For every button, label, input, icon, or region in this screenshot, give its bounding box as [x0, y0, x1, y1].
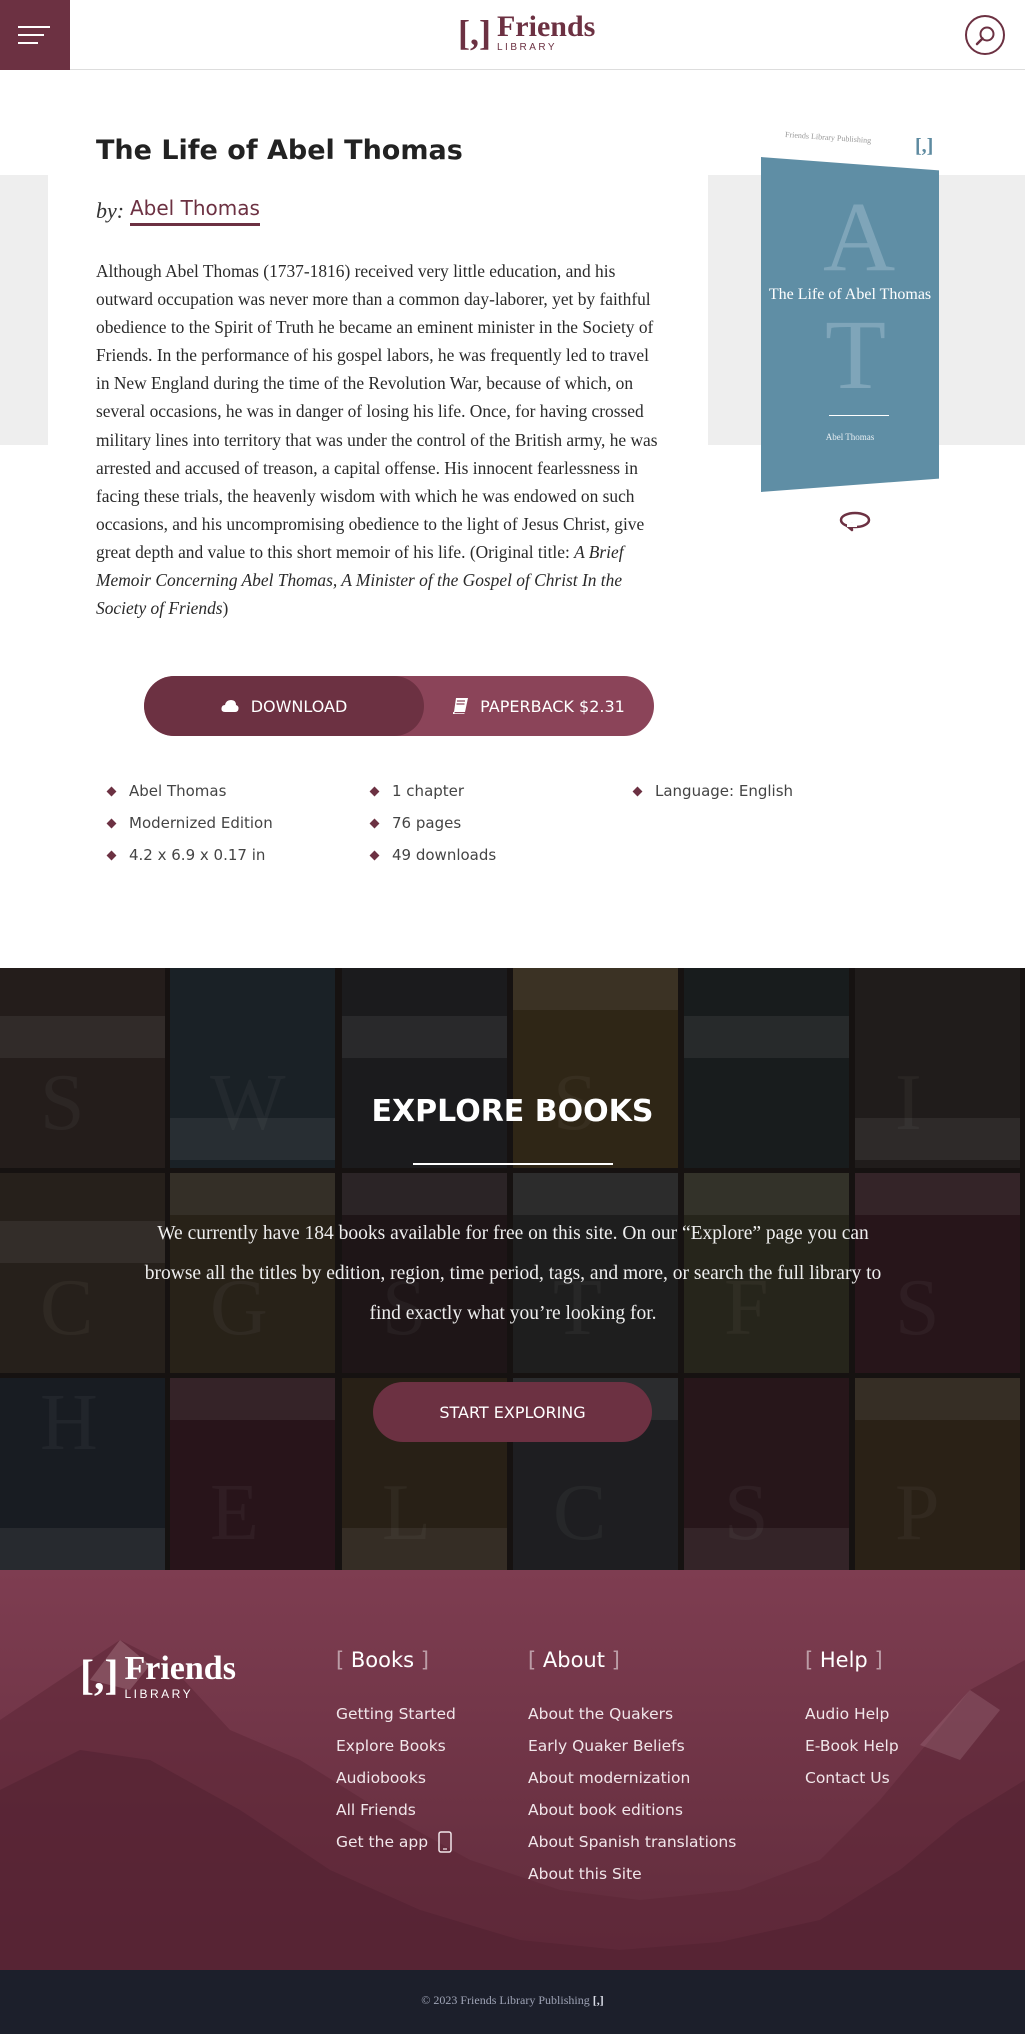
- cover-mark: [,]: [915, 135, 934, 157]
- footer-link-ebook-help[interactable]: E-Book Help: [805, 1730, 899, 1762]
- footer-column-books: [ Books ] Getting Started Explore Books …: [336, 1648, 456, 1858]
- search-icon: [975, 26, 995, 46]
- footer-column-help: [ Help ] Audio Help E-Book Help Contact …: [805, 1648, 899, 1794]
- download-button[interactable]: DOWNLOAD: [144, 676, 424, 736]
- footer-link-explore-books[interactable]: Explore Books: [336, 1730, 456, 1762]
- book-title: The Life of Abel Thomas: [96, 135, 463, 166]
- logo-word: Friends: [496, 10, 596, 43]
- purchase-buttons: DOWNLOAD PAPERBACK $2.31: [144, 676, 654, 736]
- footer-link-about-spanish[interactable]: About Spanish translations: [528, 1826, 736, 1858]
- footer-logo[interactable]: [,] Friends LIBRARY: [80, 1650, 236, 1701]
- meta-edition: Modernized Edition: [108, 807, 273, 839]
- explore-underline: [413, 1163, 613, 1165]
- description-close: ): [222, 598, 229, 619]
- book-cover[interactable]: Friends Library Publishing [,] A T The L…: [760, 125, 940, 495]
- footer-link-audiobooks[interactable]: Audiobooks: [336, 1762, 456, 1794]
- explore-text: We currently have 184 books available fo…: [144, 1223, 882, 1324]
- cover-letter-bottom: T: [825, 299, 887, 410]
- meta-downloads: 49 downloads: [371, 839, 496, 871]
- menu-icon-line: [18, 34, 44, 36]
- meta-chapters: 1 chapter: [371, 775, 496, 807]
- footer-heading-about: [ About ]: [528, 1648, 620, 1672]
- cloud-icon: [221, 700, 239, 712]
- footer-heading-help-text: Help: [819, 1648, 868, 1672]
- meta-author: Abel Thomas: [108, 775, 273, 807]
- footer-heading-help: [ Help ]: [805, 1648, 883, 1672]
- copyright-mark: [,]: [592, 1993, 604, 2007]
- cover-publisher: Friends Library Publishing: [784, 130, 872, 145]
- footer-link-early-beliefs[interactable]: Early Quaker Beliefs: [528, 1730, 736, 1762]
- footer-logo-word: Friends: [124, 1650, 236, 1687]
- meta-pages: 76 pages: [371, 807, 496, 839]
- footer-logo-bracket: [,]: [80, 1653, 119, 1699]
- footer-link-audio-help[interactable]: Audio Help: [805, 1698, 899, 1730]
- meta-language: Language: English: [634, 775, 793, 807]
- get-app-label: Get the app: [336, 1833, 429, 1851]
- menu-button[interactable]: [0, 0, 70, 70]
- book-description: Although Abel Thomas (1737-1816) receive…: [96, 257, 666, 622]
- menu-icon: [18, 26, 50, 28]
- footer-link-about-editions[interactable]: About book editions: [528, 1794, 736, 1826]
- cover-front: A T The Life of Abel Thomas Abel Thomas: [761, 157, 939, 492]
- cover-author: Abel Thomas: [825, 432, 875, 442]
- menu-icon-line: [18, 42, 38, 44]
- phone-icon: [438, 1831, 452, 1853]
- meta-list-2: 1 chapter 76 pages 49 downloads: [371, 775, 496, 871]
- footer-column-about: [ About ] About the Quakers Early Quaker…: [528, 1648, 736, 1890]
- footer-link-all-friends[interactable]: All Friends: [336, 1794, 456, 1826]
- footer-logo-sub: LIBRARY: [124, 1687, 194, 1701]
- footer-link-getting-started[interactable]: Getting Started: [336, 1698, 456, 1730]
- copyright: © 2023 Friends Library Publishing [,]: [0, 1993, 1025, 2008]
- footer-link-get-the-app[interactable]: Get the app: [336, 1826, 456, 1858]
- by-label: by:: [96, 198, 125, 223]
- start-exploring-button[interactable]: START EXPLORING: [373, 1382, 652, 1442]
- explore-title: EXPLORE BOOKS: [371, 1094, 654, 1129]
- paperback-label: PAPERBACK $2.31: [480, 696, 625, 716]
- footer-link-about-site[interactable]: About this Site: [528, 1858, 736, 1890]
- cover-divider: [829, 415, 889, 416]
- footer-link-about-modernization[interactable]: About modernization: [528, 1762, 736, 1794]
- meta-dimensions: 4.2 x 6.9 x 0.17 in: [108, 839, 273, 871]
- cover-title: The Life of Abel Thomas: [768, 286, 932, 303]
- footer-heading-books-text: Books: [350, 1648, 415, 1672]
- site-header: [,] Friends LIBRARY: [0, 0, 1025, 70]
- search-button[interactable]: [965, 15, 1005, 55]
- site-logo[interactable]: [,] Friends LIBRARY: [458, 12, 595, 53]
- author-link[interactable]: Abel Thomas: [130, 196, 260, 226]
- copyright-text: © 2023 Friends Library Publishing: [421, 1993, 590, 2007]
- logo-bracket: [,]: [458, 12, 491, 53]
- meta-list-1: Abel Thomas Modernized Edition 4.2 x 6.9…: [108, 775, 273, 871]
- footer-link-contact[interactable]: Contact Us: [805, 1762, 899, 1794]
- meta-list-3: Language: English: [634, 775, 793, 807]
- download-label: DOWNLOAD: [250, 696, 348, 716]
- footer-link-about-quakers[interactable]: About the Quakers: [528, 1698, 736, 1730]
- description-main: Although Abel Thomas (1737-1816) receive…: [96, 261, 658, 562]
- paperback-button[interactable]: PAPERBACK $2.31: [424, 676, 654, 736]
- book-icon: [453, 698, 469, 714]
- footer-heading-about-text: About: [542, 1648, 605, 1672]
- rotate-icon[interactable]: [838, 510, 872, 534]
- footer-heading-books: [ Books ]: [336, 1648, 429, 1672]
- logo-sub: LIBRARY: [496, 42, 558, 53]
